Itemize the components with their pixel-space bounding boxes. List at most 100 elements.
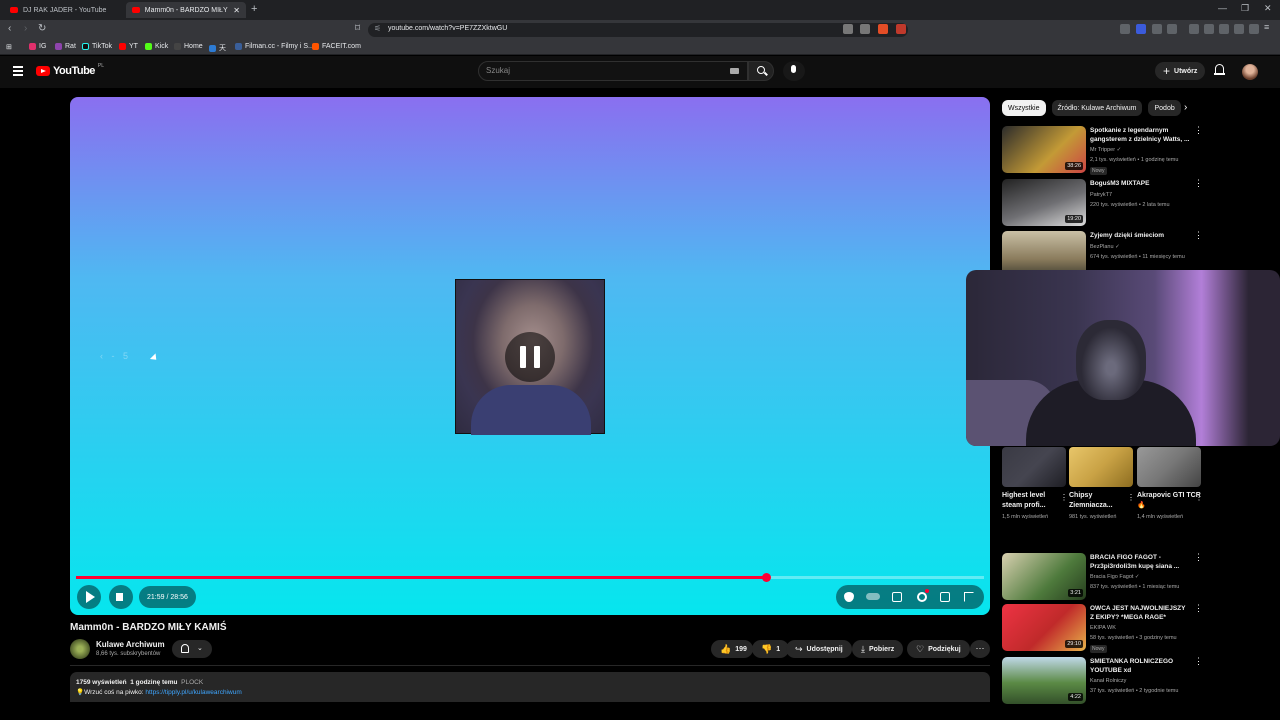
tab-dj-rak-jader[interactable]: DJ RAK JADER - YouTube [4,2,126,18]
hamburger-menu-icon[interactable] [13,66,23,76]
media-icon[interactable] [1189,24,1199,34]
keyboard-icon[interactable] [730,68,739,74]
more-options-icon[interactable]: ⋮ [1194,657,1203,666]
omnibox[interactable]: ⚟ youtube.com/watch?v=PE7ZZXktwGU [368,23,908,37]
recommendation-item[interactable]: 3:21 BRACIA FIGO FAGOT - Prz3pi3rdoli3m … [1002,553,1203,601]
site-info-icon[interactable]: ⚟ [374,24,381,33]
short-item[interactable]: Akrapovic GTI TCR 🔥 1,4 mln wyświetleń ⋮ [1137,447,1203,521]
reload-button[interactable]: ↻ [38,23,46,34]
search-button[interactable] [748,61,774,81]
bookmark-tiktok[interactable]: TikTok [82,43,112,50]
minimize-button[interactable]: — [1218,3,1227,13]
sidebar-icon[interactable] [1204,24,1214,34]
pause-overlay-icon[interactable] [505,332,555,382]
sponsor-shield-icon[interactable] [844,592,854,602]
kick-icon [145,43,152,50]
share-icon[interactable] [860,24,870,34]
progress-scrubber[interactable] [762,573,772,582]
download-icon: ⤓ [861,643,865,654]
account-avatar[interactable] [1242,64,1258,80]
recommendation-item[interactable]: 29:10 OWCA JEST NAJWOLNIEJSZY Z EKIPY? *… [1002,604,1203,653]
thanks-button[interactable]: ♡ Podziękuj [907,640,970,658]
extension-3-icon[interactable] [1152,24,1162,34]
bookmark-faceit[interactable]: FACEIT.com [312,43,361,50]
brave-shield-icon[interactable] [878,24,888,34]
youtube-favicon-icon [10,7,18,13]
short-item[interactable]: Highest level steam profi... 1,5 mln wyś… [1002,447,1068,521]
chip-all[interactable]: Wszystkie [1002,100,1046,116]
more-options-icon[interactable]: ⋮ [1194,604,1203,613]
autoplay-toggle[interactable] [866,593,880,600]
bookmark-tian[interactable]: 天 [209,43,226,53]
description-box[interactable]: 1759 wyświetleń 1 godzinę temu PLOCK 💡Wr… [70,672,990,702]
chevron-right-icon[interactable]: › [1184,102,1187,113]
more-options-icon[interactable]: ⋮ [1194,553,1203,562]
player-right-controls [836,585,984,609]
back-button[interactable]: ‹ [8,23,11,34]
channel-name[interactable]: Kulawe Archiwum [96,640,165,649]
close-tab-icon[interactable]: ✕ [233,6,240,15]
bookmark-ig[interactable]: IG [29,43,46,50]
notifications-bell-icon[interactable] [1214,64,1225,76]
page-scrollbar[interactable] [1272,60,1280,700]
progress-bar[interactable] [76,573,984,582]
dislike-button[interactable]: 👎 1 [752,640,790,658]
create-button[interactable]: + Utwórz [1155,62,1206,80]
leo-icon[interactable] [1234,24,1244,34]
restore-button[interactable]: ❐ [1241,3,1249,14]
wallet-icon[interactable] [1219,24,1229,34]
youtube-logo[interactable]: YouTube PL [36,63,104,77]
share-button[interactable]: ↪ Udostępnij [786,640,852,658]
subtitles-icon[interactable] [892,592,902,602]
chip-similar[interactable]: Podob [1148,100,1181,116]
volume-icon[interactable] [109,585,133,609]
more-options-icon[interactable]: ⋮ [1194,126,1203,135]
forward-button[interactable]: › [24,23,27,34]
extension-4-icon[interactable] [1167,24,1177,34]
bookmark-kick[interactable]: Kick [145,43,168,50]
rewards-icon[interactable] [896,24,906,34]
apps-icon[interactable]: ⊞ [6,43,12,51]
settings-gear-icon[interactable] [917,589,929,602]
more-options-icon[interactable]: ⋮ [1127,493,1135,502]
new-tab-button[interactable]: + [251,3,257,15]
bookmark-icon[interactable]: ⌑ [355,23,360,34]
recommendation-item[interactable]: 38:26 Spotkanie z legendarnym gangsterem… [1002,126,1203,175]
bookmark-home[interactable]: Home [174,43,203,50]
vpn-icon[interactable] [1249,24,1259,34]
recommendation-item[interactable]: 19:20 BoguśM3 MIXTAPE PatrykT7 220 tys. … [1002,179,1203,227]
bookmark-yt[interactable]: YT [119,43,138,50]
extension-1-icon[interactable] [1120,24,1130,34]
short-item[interactable]: Chipsy Ziemniacza... 981 tys. wyświetleń… [1069,447,1135,521]
recommendation-item[interactable]: 4:22 ŚMIETANKA ROLNICZEGO YOUTUBE xd Kan… [1002,657,1203,705]
more-options-icon[interactable]: ⋮ [1195,493,1203,502]
instagram-icon [29,43,36,50]
fullscreen-icon[interactable] [964,592,974,602]
voice-search-button[interactable] [783,61,805,81]
new-badge: Nowy [1090,645,1107,653]
chip-source[interactable]: Źródło: Kulawe Archiwum [1051,100,1143,116]
bell-icon [181,644,189,653]
download-button[interactable]: ⤓ Pobierz [852,640,904,658]
subscription-bell-button[interactable]: ⌄ [172,640,212,658]
bookmark-rat[interactable]: Rat [55,43,76,50]
channel-avatar[interactable] [70,639,90,659]
more-options-icon[interactable]: ⋮ [1194,179,1203,188]
menu-icon[interactable]: ≡ [1264,22,1274,32]
cast-icon[interactable] [843,24,853,34]
short-thumbnail [1137,447,1201,487]
play-button[interactable] [77,585,101,609]
shorts-shelf: Highest level steam profi... 1,5 mln wyś… [1002,447,1203,537]
more-options-icon[interactable]: ⋮ [1060,493,1068,502]
close-window-button[interactable]: ✕ [1264,3,1272,14]
like-button[interactable]: 👍 199 [711,640,753,658]
more-actions-icon[interactable]: ⋯ [970,640,990,658]
extension-2-icon[interactable] [1136,24,1146,34]
bookmark-filman[interactable]: Filman.cc - Filmy i S... [235,43,314,50]
miniplayer-icon[interactable] [940,592,950,602]
tab-mammon[interactable]: Mamm0n - BARDZO MIŁY KAMIŚ ✕ [126,2,246,18]
tipply-link[interactable]: https://tipply.pl/u/kulawearchiwum [145,689,241,696]
more-options-icon[interactable]: ⋮ [1194,231,1203,240]
subscriber-count: 8,66 tys. subskrybentów [96,651,161,657]
search-input[interactable] [486,66,716,75]
